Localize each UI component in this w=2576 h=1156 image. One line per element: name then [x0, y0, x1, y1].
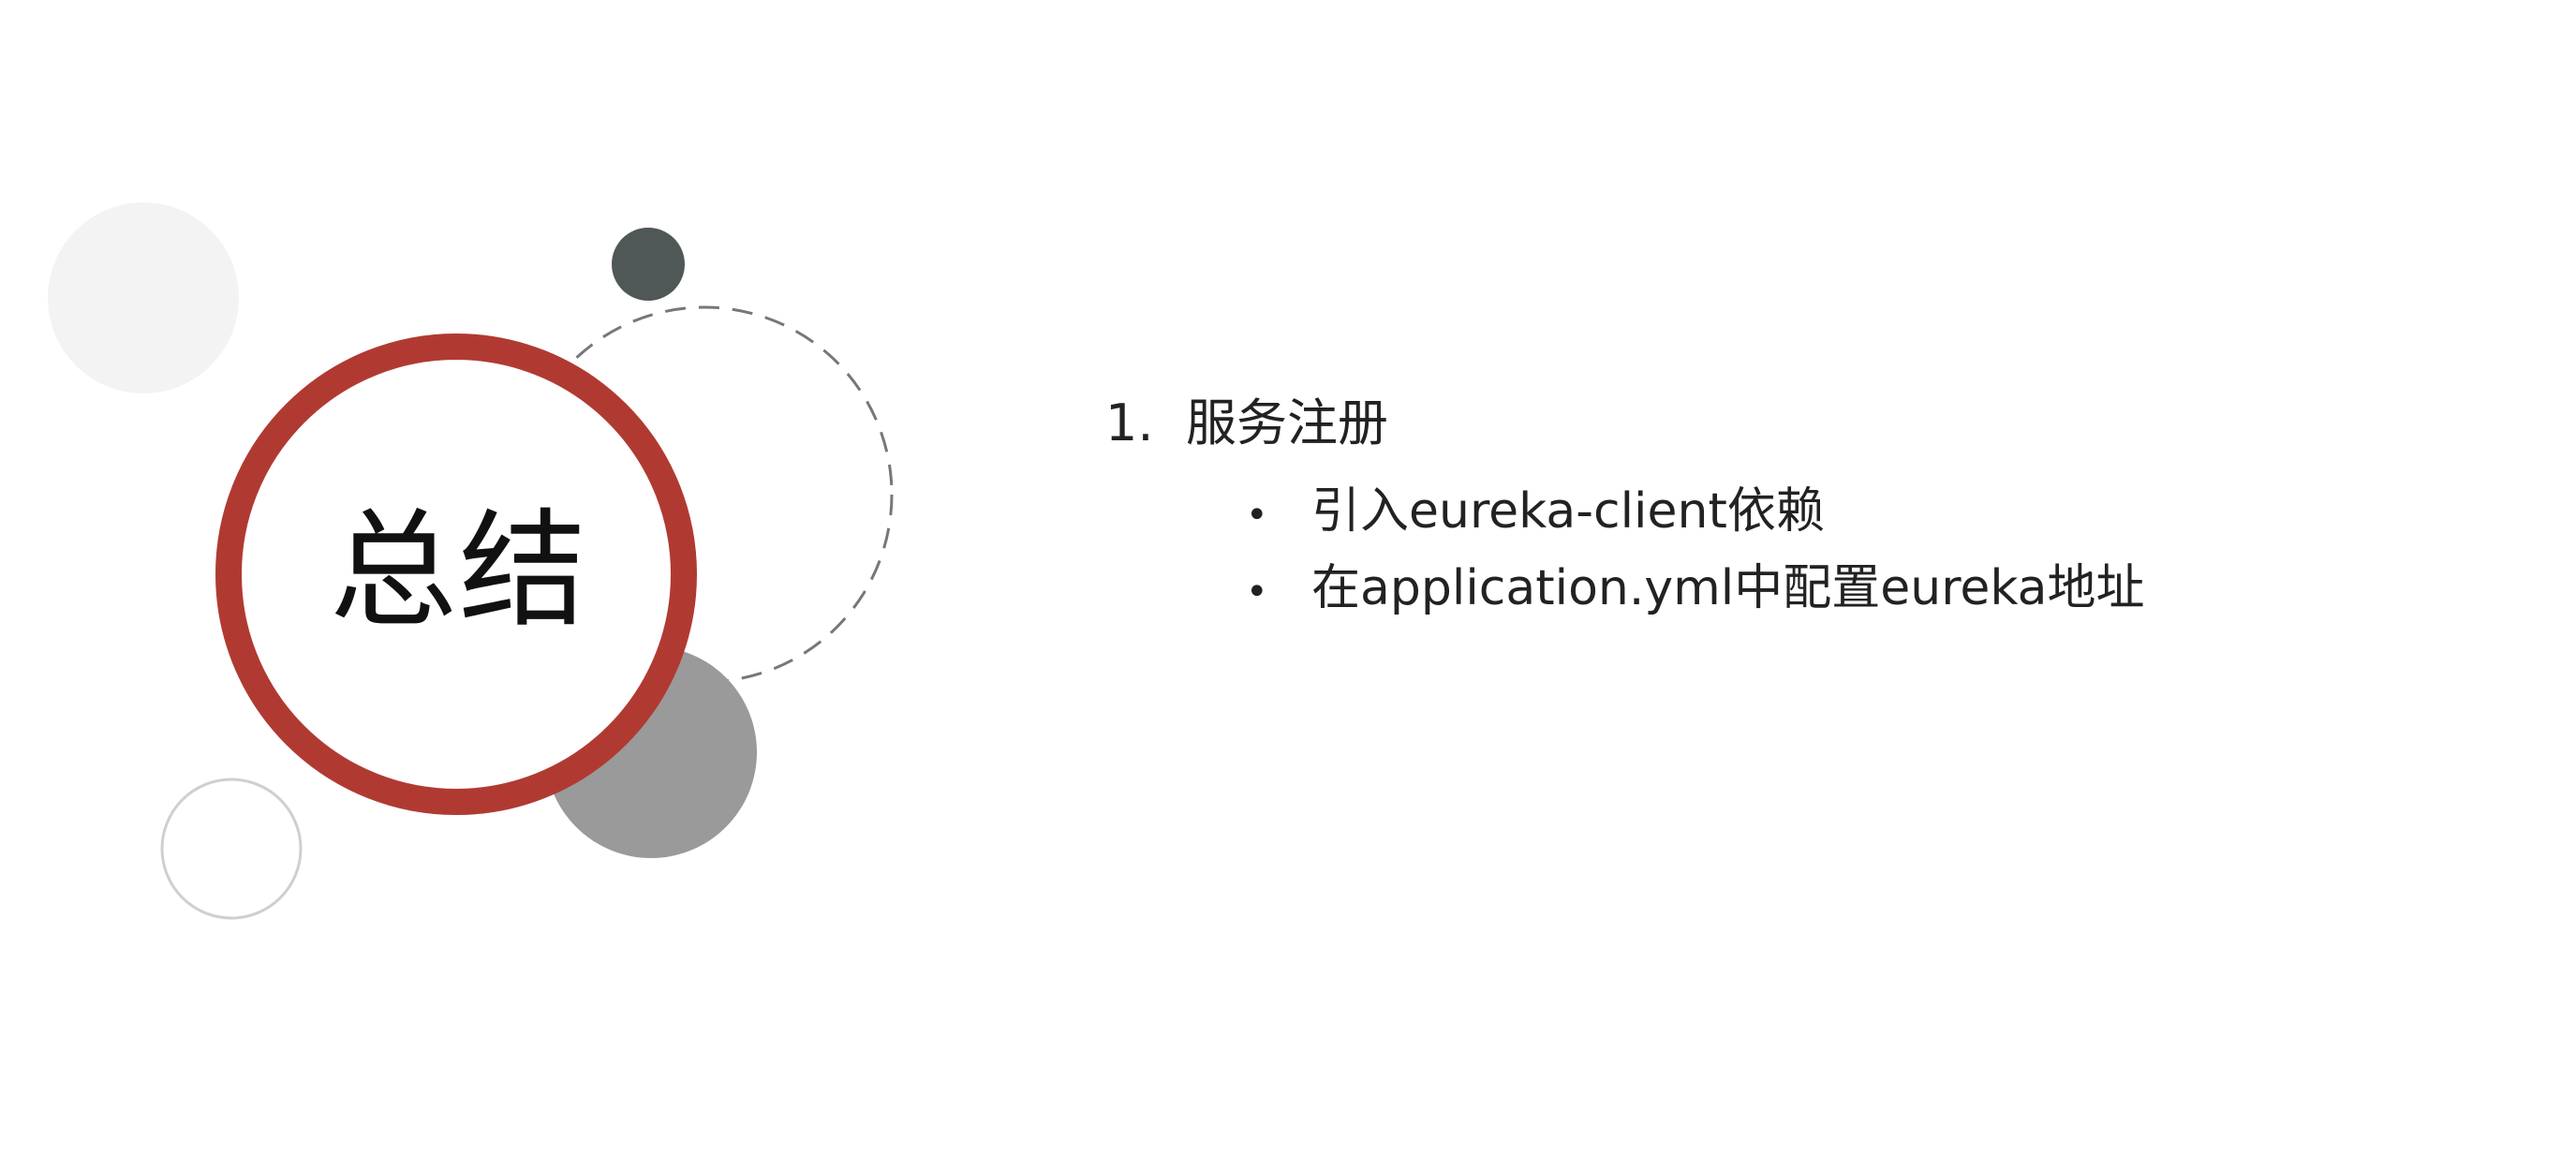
list-item: • 引入eureka-client依赖 — [1246, 482, 2417, 541]
light-gray-circle — [48, 202, 239, 393]
bullet-dot-icon: • — [1246, 571, 1268, 615]
bullet-list: • 引入eureka-client依赖 • 在application.yml中配… — [1105, 482, 2417, 618]
bullet-text: 引入eureka-client依赖 — [1311, 482, 1825, 540]
outline-circle — [160, 778, 303, 920]
bullet-text: 在application.yml中配置eureka地址 — [1311, 560, 2145, 617]
section-heading: 服务注册 — [1186, 393, 1388, 452]
page-title: 总结 — [330, 497, 588, 645]
list-item: • 在application.yml中配置eureka地址 — [1246, 559, 2417, 617]
slide: 总结 1. 服务注册 • 引入eureka-client依赖 • 在applic… — [0, 0, 2576, 1156]
section-number: 1. — [1105, 393, 1154, 452]
bullet-dot-icon: • — [1246, 493, 1268, 537]
section-service-registration: 1. 服务注册 — [1105, 393, 2417, 454]
summary-content: 1. 服务注册 • 引入eureka-client依赖 • 在applicati… — [1105, 393, 2417, 637]
dark-gray-dot — [612, 228, 685, 301]
